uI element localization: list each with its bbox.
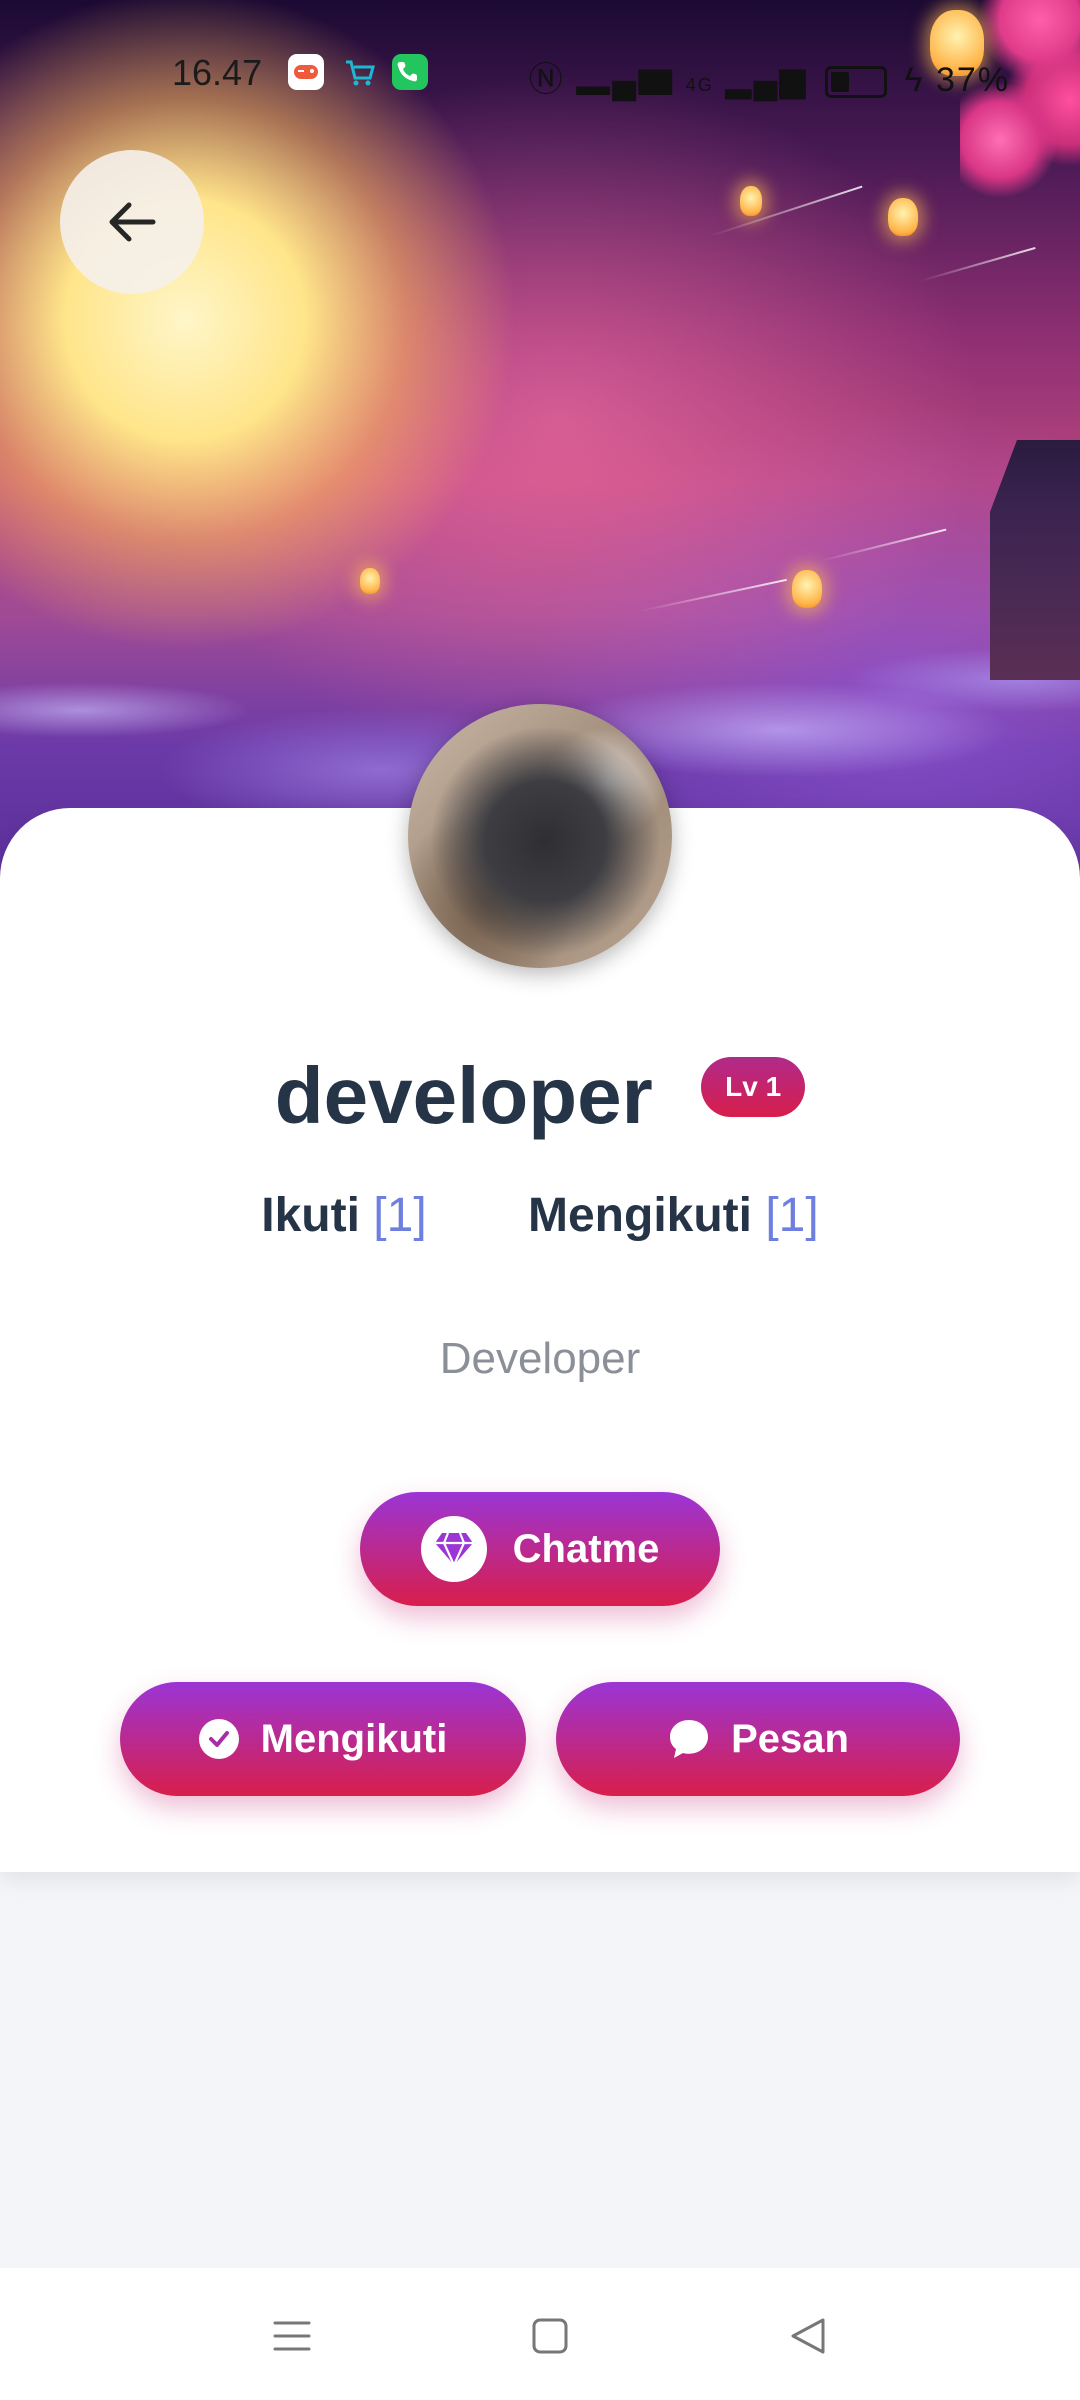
- message-button-label: Pesan: [731, 1716, 849, 1761]
- following-count: [1]: [765, 1189, 819, 1242]
- follow-stats: Ikuti [1] Mengikuti [1]: [0, 1188, 1080, 1243]
- avatar[interactable]: [408, 704, 672, 968]
- following-button-label: Mengikuti: [260, 1716, 448, 1761]
- lantern-icon: [888, 198, 918, 236]
- shooting-star: [919, 246, 1036, 282]
- nfc-icon: Ⓝ: [528, 61, 565, 99]
- followers-count: [1]: [373, 1189, 427, 1242]
- status-time: 16.47: [172, 52, 263, 93]
- game-controller-icon: [288, 54, 324, 90]
- back-triangle-icon[interactable]: [778, 2306, 838, 2366]
- name-row: developer Lv 1: [0, 1050, 1080, 1142]
- menu-icon[interactable]: [262, 2306, 322, 2366]
- bio-text: Developer: [439, 1334, 641, 1383]
- chat-bubble-icon: [667, 1717, 711, 1761]
- following-label: Mengikuti: [528, 1189, 752, 1242]
- lantern-icon: [740, 186, 762, 216]
- shopping-cart-icon: [342, 54, 378, 90]
- battery-icon: [825, 66, 888, 99]
- message-button[interactable]: Pesan: [556, 1682, 960, 1796]
- back-button[interactable]: [60, 150, 204, 294]
- home-square-icon[interactable]: [520, 2306, 580, 2366]
- status-indicators: Ⓝ ▂▄▆ 4G ▂▄▆ ϟ 37%: [529, 52, 1010, 101]
- signal-4g-icon: ▂▄▆: [725, 61, 808, 99]
- signal-4g-label: 4G: [685, 75, 714, 95]
- battery-percent: 37%: [935, 61, 1010, 99]
- followers-label: Ikuti: [261, 1189, 360, 1242]
- diamond-icon: [420, 1516, 487, 1582]
- charging-icon: ϟ: [904, 61, 925, 99]
- banner-pavilion: [990, 440, 1080, 680]
- following-button[interactable]: Mengikuti: [120, 1682, 526, 1796]
- username: developer: [274, 1051, 653, 1140]
- check-circle-icon: [198, 1719, 239, 1759]
- level-badge: Lv 1: [701, 1057, 806, 1117]
- followers-stat[interactable]: Ikuti [1]: [261, 1188, 426, 1243]
- signal-icon: ▂▄▆: [576, 61, 675, 99]
- chatme-label: Chatme: [512, 1526, 660, 1571]
- shooting-star: [709, 185, 863, 237]
- shooting-star: [819, 528, 947, 562]
- lantern-icon: [792, 570, 822, 608]
- following-stat[interactable]: Mengikuti [1]: [528, 1188, 819, 1243]
- status-bar: 16.47 Ⓝ ▂▄▆ 4G ▂▄▆ ϟ 37%: [0, 0, 1080, 140]
- phone-icon: [392, 54, 428, 90]
- chatme-button[interactable]: Chatme: [360, 1492, 720, 1606]
- lantern-icon: [360, 568, 380, 594]
- arrow-left-icon: [109, 202, 156, 242]
- system-nav-bar: [0, 2268, 1080, 2400]
